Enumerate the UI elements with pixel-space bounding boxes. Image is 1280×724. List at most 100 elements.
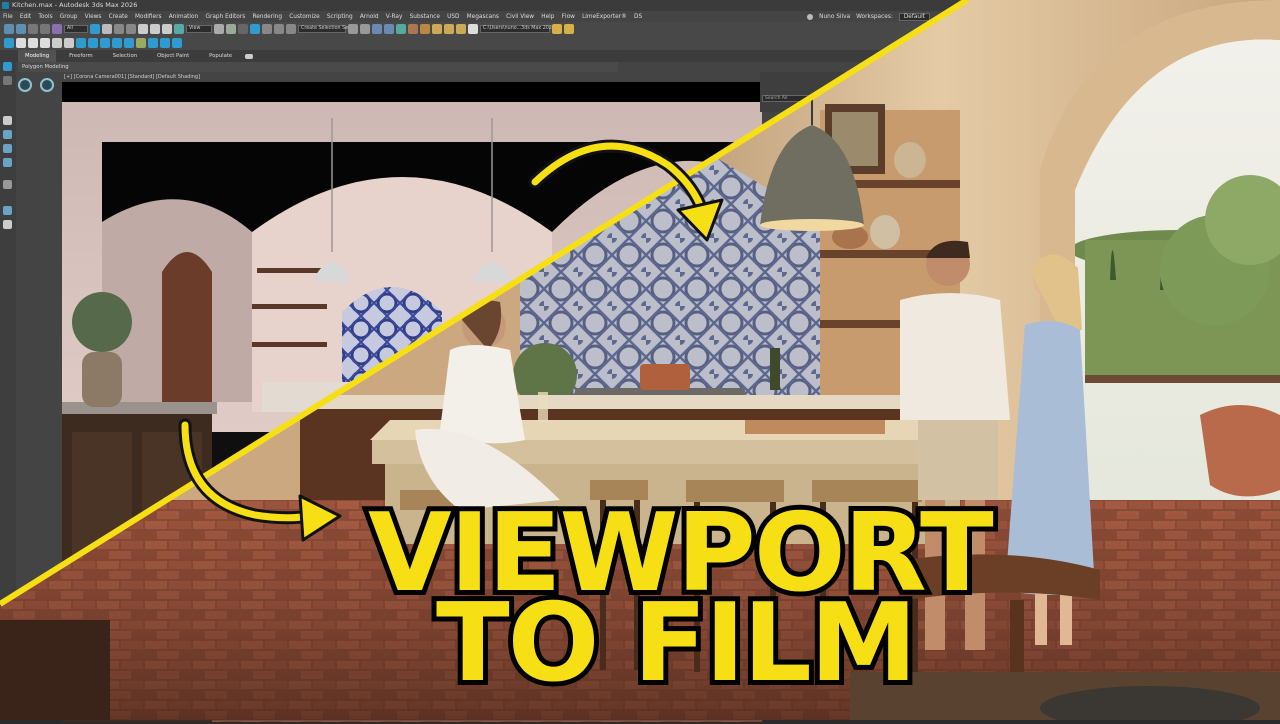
vray-icon[interactable] (4, 38, 14, 48)
manipulate-icon[interactable] (226, 24, 236, 34)
material-editor-icon[interactable] (420, 24, 430, 34)
menu-vray[interactable]: V-Ray (386, 14, 403, 20)
app-icon (2, 2, 9, 9)
vray-sun-icon[interactable] (28, 38, 38, 48)
menu-animation[interactable]: Animation (169, 14, 199, 20)
modify-panel-icon[interactable] (3, 76, 12, 85)
viewcube-icon[interactable] (18, 78, 32, 92)
menu-ds[interactable]: DS (634, 14, 642, 20)
menu-graph-editors[interactable]: Graph Editors (205, 14, 245, 20)
create-panel-icon[interactable] (3, 62, 12, 71)
menu-civil-view[interactable]: Civil View (506, 14, 534, 20)
scale-icon[interactable] (162, 24, 172, 34)
vray-chaos-icon[interactable] (160, 38, 170, 48)
steering-wheel-icon[interactable] (40, 78, 54, 92)
vray-mesh-icon[interactable] (100, 38, 110, 48)
keyboard-shortcut-icon[interactable] (238, 24, 248, 34)
tab-freeform[interactable]: Freeform (62, 50, 100, 62)
menu-help[interactable]: Help (541, 14, 554, 20)
menu-arnold[interactable]: Arnold (360, 14, 379, 20)
move-icon[interactable] (138, 24, 148, 34)
scene-explorer-icon[interactable] (384, 24, 394, 34)
menu-customize[interactable]: Customize (289, 14, 319, 20)
percent-snap-icon[interactable] (274, 24, 284, 34)
menu-limeexporter[interactable]: LimeExporter® (582, 14, 627, 20)
menu-megascans[interactable]: Megascans (467, 14, 499, 20)
select-object-icon[interactable] (90, 24, 100, 34)
vray-cosmos-icon[interactable] (148, 38, 158, 48)
rendered-frame-icon[interactable] (444, 24, 454, 34)
folder-icon[interactable] (552, 24, 562, 34)
render-icon[interactable] (456, 24, 466, 34)
menu-group[interactable]: Group (60, 14, 78, 20)
mirror-icon[interactable] (348, 24, 358, 34)
vray-scan-icon[interactable] (172, 38, 182, 48)
layer-icon[interactable] (3, 180, 12, 189)
ribbon-panel-label: Polygon Modeling (18, 62, 618, 72)
rotate-icon[interactable] (150, 24, 160, 34)
menu-usd[interactable]: USD (447, 14, 459, 20)
render-setup-icon[interactable] (432, 24, 442, 34)
layer-explorer-icon[interactable] (372, 24, 382, 34)
hierarchy-panel-icon[interactable] (3, 116, 12, 125)
window-crossing-icon[interactable] (126, 24, 136, 34)
vray-proxy-icon[interactable] (76, 38, 86, 48)
menu-tools[interactable]: Tools (38, 14, 52, 20)
vray-dome-icon[interactable] (40, 38, 50, 48)
menu-flow[interactable]: Flow (562, 14, 575, 20)
vray-vfb-icon[interactable] (124, 38, 134, 48)
ribbon-options-icon[interactable] (245, 53, 254, 59)
workspaces-label: Workspaces: (856, 13, 893, 20)
menu-substance[interactable]: Substance (410, 14, 440, 20)
tab-object-paint[interactable]: Object Paint (150, 50, 196, 62)
snaps-icon[interactable] (250, 24, 260, 34)
undo-icon[interactable] (4, 24, 14, 34)
menu-scripting[interactable]: Scripting (327, 14, 353, 20)
redo-icon[interactable] (16, 24, 26, 34)
tab-modeling[interactable]: Modeling (18, 50, 57, 62)
menu-create[interactable]: Create (109, 14, 128, 20)
vray-fur-icon[interactable] (88, 38, 98, 48)
select-by-name-icon[interactable] (102, 24, 112, 34)
angle-snap-icon[interactable] (262, 24, 272, 34)
vray-light-icon[interactable] (16, 38, 26, 48)
unlink-icon[interactable] (40, 24, 50, 34)
project-icon[interactable] (564, 24, 574, 34)
link-icon[interactable] (28, 24, 38, 34)
freeze-icon[interactable] (3, 220, 12, 229)
vray-plane-icon[interactable] (112, 38, 122, 48)
vray-scene-icon[interactable] (136, 38, 146, 48)
reference-coord-dropdown[interactable]: View (186, 25, 212, 33)
teapot-icon[interactable] (468, 24, 478, 34)
window-title: Kitchen.max - Autodesk 3ds Max 2026 (12, 1, 138, 9)
place-icon[interactable] (174, 24, 184, 34)
vray-camera-icon[interactable] (64, 38, 74, 48)
menu-modifiers[interactable]: Modifiers (135, 14, 161, 20)
project-path-dropdown[interactable]: C:\Users\nuno...3ds Max 2026 (480, 25, 555, 33)
display-panel-icon[interactable] (3, 144, 12, 153)
tab-selection[interactable]: Selection (106, 50, 144, 62)
menu-file[interactable]: File (3, 14, 13, 20)
selection-set-dropdown[interactable]: Create Selection Set (298, 25, 350, 33)
bind-spacewarp-icon[interactable] (52, 24, 62, 34)
spinner-snap-icon[interactable] (286, 24, 296, 34)
motion-panel-icon[interactable] (3, 130, 12, 139)
workspace-dropdown[interactable]: Default (898, 12, 930, 21)
menu-right: Nuno Silva Workspaces: Default (807, 11, 930, 22)
menu-rendering[interactable]: Rendering (252, 14, 282, 20)
utilities-panel-icon[interactable] (3, 158, 12, 167)
pivot-icon[interactable] (214, 24, 224, 34)
selection-filter-dropdown[interactable]: All (64, 25, 88, 33)
align-icon[interactable] (360, 24, 370, 34)
viewport-label[interactable]: [+] [Corona Camera001] [Standard] [Defau… (64, 74, 200, 80)
isolate-icon[interactable] (3, 206, 12, 215)
user-name[interactable]: Nuno Silva (819, 14, 850, 20)
menu-edit[interactable]: Edit (20, 14, 31, 20)
tab-populate[interactable]: Populate (202, 50, 239, 62)
curve-editor-icon[interactable] (396, 24, 406, 34)
schematic-view-icon[interactable] (408, 24, 418, 34)
menu-views[interactable]: Views (85, 14, 102, 20)
vray-moon-icon[interactable] (52, 38, 62, 48)
user-icon[interactable] (807, 13, 814, 20)
rect-selection-icon[interactable] (114, 24, 124, 34)
